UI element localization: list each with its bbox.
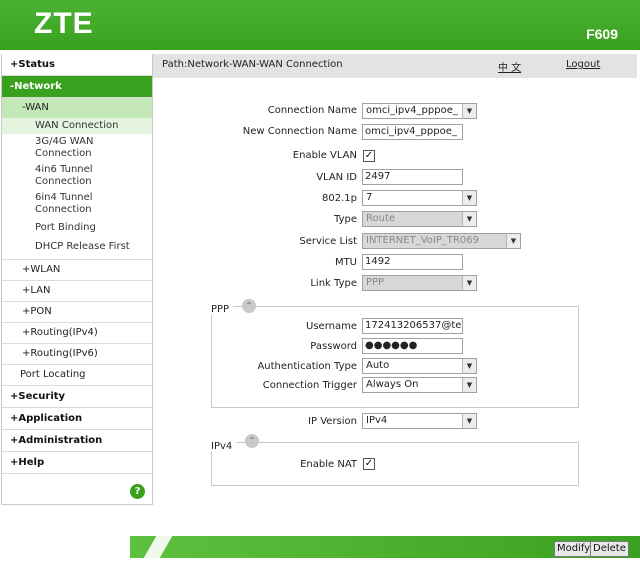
delete-button[interactable]: Delete [590,541,629,557]
checkmark-icon: ✓ [364,150,374,161]
checkmark-icon: ✓ [364,458,374,469]
wan-connection-form: Connection Name omci_ipv4_pppoe_ ▼ New C… [153,78,637,530]
chevron-down-icon: ▼ [462,104,476,118]
chevron-down-icon: ▼ [506,234,520,248]
service-list-value: INTERNET_VoIP_TR069 [366,235,480,246]
ppp-title: PPP [211,304,234,315]
ipv4-title: IPv4 [211,441,237,452]
sidebar-item-6in4-tunnel[interactable]: 6in4 Tunnel Connection [2,190,152,218]
sidebar-item-3g4g-wan[interactable]: 3G/4G WAN Connection [2,134,152,162]
link-type-value: PPP [366,277,385,288]
sidebar-item-port-binding[interactable]: Port Binding [2,218,152,236]
enable-nat-checkbox[interactable]: ✓ [363,458,375,470]
sidebar-item-port-locating[interactable]: Port Locating [2,365,152,386]
new-connection-name-label: New Connection Name [242,126,357,137]
ip-version-value: IPv4 [366,415,388,426]
service-list-select: INTERNET_VoIP_TR069 ▼ [362,233,521,249]
mtu-label: MTU [334,257,357,268]
type-value: Route [366,213,396,224]
sidebar-item-routing-ipv4[interactable]: +Routing(IPv4) [2,323,152,344]
collapse-icon[interactable]: ⌃ [245,434,259,448]
link-type-label: Link Type [310,278,357,289]
sidebar-item-help[interactable]: +Help [2,452,152,474]
connection-trigger-select[interactable]: Always On ▼ [362,377,477,393]
chevron-down-icon: ▼ [462,414,476,428]
connection-name-label: Connection Name [267,105,357,116]
auth-type-value: Auto [366,360,390,371]
sidebar: +Status -Network -WAN WAN Connection 3G/… [1,54,153,505]
model-name: F609 [586,26,618,42]
type-label: Type [334,214,357,225]
chevron-down-icon: ▼ [462,191,476,205]
new-connection-name-input[interactable]: omci_ipv4_pppoe_ [362,124,463,140]
vlan-id-input[interactable]: 2497 [362,169,463,185]
password-input[interactable]: ●●●●●● [362,338,463,354]
help-icon[interactable]: ? [130,484,145,499]
sidebar-item-network[interactable]: -Network [2,76,152,98]
modify-button[interactable]: Modify [554,541,594,557]
sidebar-item-application[interactable]: +Application [2,408,152,430]
sidebar-item-wan-connection[interactable]: WAN Connection [2,118,152,134]
zte-logo: ZTE [34,7,94,40]
chevron-down-icon: ▼ [462,359,476,373]
connection-trigger-label: Connection Trigger [262,380,357,391]
language-link[interactable]: 中 文 [498,59,521,74]
sidebar-item-dhcp-release-first[interactable]: DHCP Release First [2,236,152,260]
dot1p-value: 7 [366,192,373,203]
breadcrumb: Path:Network-WAN-WAN Connection [162,59,343,70]
ip-version-select[interactable]: IPv4 ▼ [362,413,477,429]
dot1p-label: 802.1p [322,193,357,204]
service-list-label: Service List [299,236,357,247]
sidebar-item-wan[interactable]: -WAN [2,98,152,118]
sidebar-item-pon[interactable]: +PON [2,302,152,323]
chevron-down-icon: ▼ [462,378,476,392]
dot1p-select[interactable]: 7 ▼ [362,190,477,206]
connection-name-value: omci_ipv4_pppoe_ [366,105,458,116]
auth-type-label: Authentication Type [257,361,357,372]
sidebar-item-routing-ipv6[interactable]: +Routing(IPv6) [2,344,152,365]
sidebar-item-wlan[interactable]: +WLAN [2,260,152,281]
link-type-select: PPP ▼ [362,275,477,291]
connection-trigger-value: Always On [366,379,419,390]
enable-nat-label: Enable NAT [300,459,357,470]
sidebar-item-security[interactable]: +Security [2,386,152,408]
top-header: ZTE F609 [0,0,640,50]
collapse-icon[interactable]: ⌃ [242,299,256,313]
type-select: Route ▼ [362,211,477,227]
password-label: Password [310,341,357,352]
sidebar-item-4in6-tunnel[interactable]: 4in6 Tunnel Connection [2,162,152,190]
enable-vlan-checkbox[interactable]: ✓ [363,150,375,162]
mtu-input[interactable]: 1492 [362,254,463,270]
logout-link[interactable]: Logout [566,59,600,70]
ip-version-label: IP Version [308,416,357,427]
sidebar-item-lan[interactable]: +LAN [2,281,152,302]
username-input[interactable]: 172413206537@tel [362,318,463,334]
auth-type-select[interactable]: Auto ▼ [362,358,477,374]
chevron-down-icon: ▼ [462,212,476,226]
sidebar-item-status[interactable]: +Status [2,54,152,76]
username-label: Username [306,321,357,332]
sidebar-item-administration[interactable]: +Administration [2,430,152,452]
chevron-down-icon: ▼ [462,276,476,290]
enable-vlan-label: Enable VLAN [292,150,357,161]
connection-name-select[interactable]: omci_ipv4_pppoe_ ▼ [362,103,477,119]
path-bar: Path:Network-WAN-WAN Connection 中 文 Logo… [153,54,637,78]
vlan-id-label: VLAN ID [316,172,357,183]
